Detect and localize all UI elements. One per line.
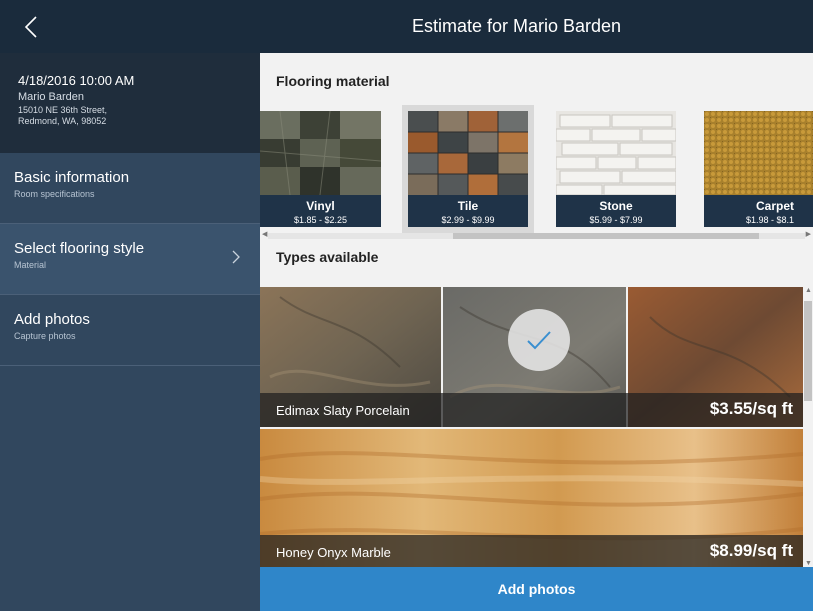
- customer-address-line2: Redmond, WA, 98052: [18, 116, 107, 126]
- material-price-range: $5.99 - $7.99: [589, 215, 643, 225]
- material-name: Stone: [599, 199, 633, 213]
- back-button[interactable]: [14, 10, 48, 44]
- sidebar-item-sublabel: Material: [14, 260, 47, 270]
- scroll-thumb[interactable]: [804, 301, 812, 401]
- customer-name: Mario Barden: [18, 91, 85, 103]
- appointment-datetime: 4/18/2016 10:00 AM: [18, 73, 135, 88]
- sidebar: 4/18/2016 10:00 AM Mario Barden 15010 NE…: [0, 53, 260, 611]
- type-caption-bar: Edimax Slaty Porcelain $3.55/sq ft: [260, 393, 803, 427]
- sidebar-item-select-flooring-style[interactable]: Select flooring style Material: [0, 224, 260, 295]
- material-name: Vinyl: [306, 199, 335, 213]
- page-title: Estimate for Mario Barden: [411, 16, 622, 36]
- sidebar-item-basic-information[interactable]: Basic information Room specifications: [0, 153, 260, 224]
- type-price: $3.55/sq ft: [709, 399, 793, 418]
- tile-swatch: [408, 111, 528, 195]
- sidebar-item-label: Basic information: [14, 169, 130, 186]
- material-name: Carpet: [755, 199, 794, 213]
- vinyl-swatch: [260, 111, 381, 195]
- sidebar-item-add-photos[interactable]: Add photos Capture photos: [0, 295, 260, 366]
- type-price: $8.99/sq ft: [709, 541, 793, 560]
- material-caption: Carpet $1.98 - $8.1: [704, 195, 813, 227]
- type-name: Honey Onyx Marble: [276, 545, 391, 560]
- material-name: Tile: [457, 199, 479, 213]
- flooring-material-heading: Flooring material: [276, 73, 390, 89]
- material-carousel: Vinyl $1.85 - $2.25 Tile $2.99 - $9.99 S…: [260, 105, 813, 233]
- selected-check-icon: [508, 309, 570, 371]
- material-caption: Stone $5.99 - $7.99: [556, 195, 676, 227]
- scroll-up-arrow-icon[interactable]: ▲: [805, 287, 812, 294]
- add-photos-button[interactable]: Add photos: [260, 567, 813, 611]
- material-card-tile[interactable]: Tile $2.99 - $9.99: [402, 105, 534, 233]
- sidebar-item-label: Add photos: [14, 311, 90, 328]
- type-card-honey-onyx-marble[interactable]: Honey Onyx Marble $8.99/sq ft: [260, 429, 803, 567]
- material-card-vinyl[interactable]: Vinyl $1.85 - $2.25: [260, 111, 381, 227]
- material-price-range: $1.98 - $8.1: [745, 215, 794, 225]
- material-horizontal-scrollbar[interactable]: ◀ ▶: [260, 230, 813, 240]
- material-card-stone[interactable]: Stone $5.99 - $7.99: [556, 111, 676, 227]
- app-header: Estimate for Mario Barden: [0, 0, 813, 53]
- types-list: Edimax Slaty Porcelain $3.55/sq ft Honey…: [260, 287, 803, 567]
- customer-address-line1: 15010 NE 36th Street,: [18, 105, 108, 115]
- customer-info: 4/18/2016 10:00 AM Mario Barden 15010 NE…: [0, 53, 260, 153]
- scroll-right-arrow-icon[interactable]: ▶: [806, 230, 811, 238]
- type-name: Edimax Slaty Porcelain: [276, 403, 410, 418]
- types-available-heading: Types available: [276, 249, 379, 265]
- material-price-range: $2.99 - $9.99: [441, 215, 495, 225]
- sidebar-item-label: Select flooring style: [14, 240, 145, 257]
- sidebar-item-sublabel: Room specifications: [14, 189, 95, 199]
- material-card-carpet[interactable]: Carpet $1.98 - $8.1: [704, 111, 813, 227]
- type-card-edimax-slaty-porcelain[interactable]: Edimax Slaty Porcelain $3.55/sq ft: [260, 287, 803, 427]
- main-panel: Flooring material Vinyl $1.85 - $2.25 Ti…: [260, 53, 813, 567]
- types-vertical-scrollbar[interactable]: ▲ ▼: [803, 287, 813, 567]
- carpet-swatch: [704, 111, 813, 195]
- material-caption: Tile $2.99 - $9.99: [408, 195, 528, 227]
- scroll-thumb[interactable]: [453, 233, 759, 239]
- sidebar-item-sublabel: Capture photos: [14, 331, 76, 341]
- material-caption: Vinyl $1.85 - $2.25: [260, 195, 381, 227]
- scroll-down-arrow-icon[interactable]: ▼: [805, 560, 812, 567]
- chevron-left-icon: [24, 16, 37, 38]
- chevron-right-icon: [232, 250, 240, 264]
- scroll-left-arrow-icon[interactable]: ◀: [262, 230, 267, 238]
- stone-swatch: [556, 111, 676, 195]
- material-price-range: $1.85 - $2.25: [293, 215, 348, 225]
- type-caption-bar: Honey Onyx Marble $8.99/sq ft: [260, 535, 803, 567]
